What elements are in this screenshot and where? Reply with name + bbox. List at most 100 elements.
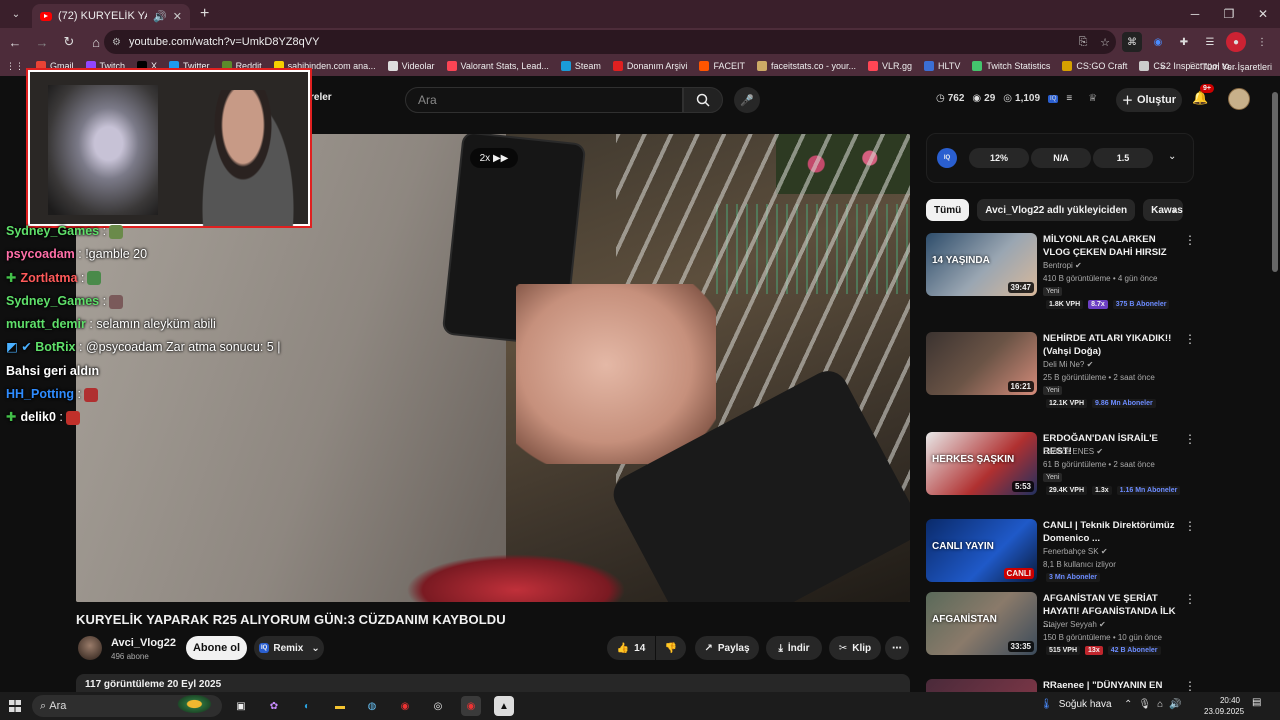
microphone-tray-icon[interactable]: 🎙 [1138, 699, 1151, 710]
apps-icon[interactable]: ⋮⋮ [6, 61, 24, 72]
recommendation-channel[interactable]: Fenerbahçe SK ✔ [1043, 547, 1108, 556]
chrome-icon[interactable]: ◉ [395, 696, 415, 716]
weather-widget[interactable]: 🌡 Soğuk hava [1040, 699, 1112, 710]
bookmark-item[interactable]: CS:GO Craft [1062, 61, 1127, 71]
tab-close-icon[interactable]: ✕ [173, 10, 182, 23]
bookmarks-overflow-icon[interactable]: » [1160, 61, 1165, 71]
recommendation-item[interactable]: HERKES ŞAŞKIN 5:53 ERDOĞAN'DAN İSRAİL'E RE… [926, 432, 1266, 502]
bookmark-item[interactable]: VLR.gg [868, 61, 912, 71]
windows-start-icon[interactable] [9, 700, 21, 712]
edge-icon[interactable]: ◐ [297, 696, 317, 716]
more-vert-icon[interactable]: ⋮ [1184, 519, 1196, 533]
bookmark-item[interactable]: Videolar [387, 61, 435, 71]
tab-search-button[interactable]: ⌄ [4, 3, 28, 25]
notifications-tray-icon[interactable]: ▤ [1252, 697, 1261, 708]
chip-uploader[interactable]: Avci_Vlog22 adlı yükleyiciden [977, 199, 1136, 221]
subscribe-button[interactable]: Abone ol [186, 636, 247, 660]
bookmark-item[interactable]: Twitch Statistics [972, 61, 1050, 71]
bookmark-item[interactable]: Valorant Stats, Lead... [446, 61, 549, 71]
recommendation-thumbnail[interactable]: HERKES ŞAŞKIN 5:53 [926, 432, 1037, 495]
channel-name[interactable]: Avci_Vlog22 [111, 637, 176, 649]
search-button[interactable] [683, 87, 723, 113]
filters-label[interactable]: reler [310, 92, 332, 103]
back-button[interactable]: ← [3, 30, 27, 54]
recommendation-thumbnail[interactable]: AFGANİSTAN 33:35 [926, 592, 1037, 655]
recommendation-item[interactable]: 16:21 NEHİRDE ATLARI YIKADIK!! (Vahşi Doğ… [926, 332, 1266, 408]
bookmark-star-icon[interactable]: ☆ [1094, 36, 1116, 49]
chips-next-icon[interactable]: › [1172, 203, 1176, 217]
reading-list-icon[interactable]: ☰ [1200, 32, 1220, 52]
create-button[interactable]: ＋ Oluştur [1116, 88, 1182, 112]
iq-logo-icon[interactable]: IQ [937, 148, 957, 168]
tab-youtube[interactable]: (72) KURYELİK YAPARAK R25 🔊 ✕ [32, 4, 190, 28]
recommendation-thumbnail[interactable]: 14 YAŞINDA 39:47 [926, 233, 1037, 296]
more-vert-icon[interactable]: ⋮ [1184, 592, 1196, 606]
task-view-icon[interactable]: ▣ [231, 696, 251, 716]
extension-2-icon[interactable]: ◉ [1148, 32, 1168, 52]
volume-icon[interactable]: 🔊 [1169, 699, 1181, 710]
page-scrollbar[interactable] [1272, 88, 1278, 688]
recommendation-thumbnail[interactable]: 16:21 [926, 332, 1037, 395]
channel-avatar[interactable] [78, 636, 102, 660]
recommendation-title[interactable]: CANLI | Teknik Direktörümüz Domenico ... [1043, 519, 1183, 545]
obs-icon[interactable]: ◎ [428, 696, 448, 716]
site-info-icon[interactable]: ⚙ [112, 37, 121, 48]
recommendation-title[interactable]: MİLYONLAR ÇALARKEN VLOG ÇEKEN DAHİ HIRSI… [1043, 233, 1183, 259]
filter-list-icon[interactable]: ≡ [1066, 93, 1072, 104]
bookmark-item[interactable]: Steam [560, 61, 601, 71]
network-icon[interactable]: ⌂ [1157, 699, 1163, 710]
clip-button[interactable]: ✂ Klip [829, 636, 881, 660]
address-bar[interactable]: ⚙ youtube.com/watch?v=UmkD8YZ8qVY ⎘ ☆ [104, 30, 1116, 54]
recommendation-item[interactable]: AFGANİSTAN 33:35 AFGANİSTAN VE ŞERİAT HAYA… [926, 592, 1266, 662]
search-input[interactable]: Ara [405, 87, 683, 113]
minimize-button[interactable]: ─ [1178, 0, 1212, 28]
more-vert-icon[interactable]: ⋮ [1184, 679, 1196, 693]
forward-button[interactable]: → [30, 30, 54, 54]
speaker-icon[interactable]: 🔊 [153, 10, 167, 23]
recommendation-title[interactable]: NEHİRDE ATLARI YIKADIK!! (Vahşi Doğa) [1043, 332, 1183, 358]
iq-ext-icon[interactable]: IQ [1048, 94, 1059, 103]
recommendation-channel[interactable]: Stajyer Seyyah ✔ [1043, 620, 1106, 629]
profile-avatar-icon[interactable]: ● [1226, 32, 1246, 52]
bookmark-item[interactable]: Donanım Arşivi [612, 61, 687, 71]
all-bookmarks-button[interactable]: 🗀 Tüm Yer İşaretleri [1190, 59, 1272, 75]
steam-icon[interactable]: ◍ [362, 696, 382, 716]
browser-menu-icon[interactable]: ⋮ [1252, 32, 1272, 52]
share-button[interactable]: ↗ Paylaş [695, 636, 759, 660]
recommendation-thumbnail[interactable]: CANLI YAYIN CANLI [926, 519, 1037, 582]
clock[interactable]: 20:40 23.09.2025 [1204, 695, 1244, 717]
recommendation-item[interactable]: CANLI YAYIN CANLI CANLI | Teknik Direktörü… [926, 519, 1266, 589]
app-icon[interactable]: ▲ [494, 696, 514, 716]
account-avatar[interactable] [1228, 88, 1250, 110]
tray-chevron-icon[interactable]: ⌃ [1124, 699, 1132, 710]
remix-button[interactable]: IQ Remix ⌄ [254, 636, 324, 660]
scrollbar-thumb[interactable] [1272, 92, 1278, 272]
more-vert-icon[interactable]: ⋮ [1184, 332, 1196, 346]
like-button[interactable]: 👍 14 [607, 636, 655, 660]
voice-search-button[interactable]: 🎤 [734, 87, 760, 113]
more-vert-icon[interactable]: ⋮ [1184, 432, 1196, 446]
copilot-icon[interactable]: ✿ [264, 696, 284, 716]
recommendation-title[interactable]: RRaenee | "DÜNYANIN EN [1043, 679, 1183, 692]
recommendation-channel[interactable]: Deli Mi Ne? ✔ [1043, 360, 1093, 369]
install-icon[interactable]: ⎘ [1072, 36, 1094, 49]
chip-all[interactable]: Tümü [926, 199, 970, 221]
recommendation-channel[interactable]: Bentropi ✔ [1043, 261, 1082, 270]
chrome-active-icon[interactable]: ◉ [461, 696, 481, 716]
extension-1-icon[interactable]: ⌘ [1122, 32, 1142, 52]
recommendation-item[interactable]: 14 YAŞINDA 39:47 MİLYONLAR ÇALARKEN VLOG Ç… [926, 233, 1266, 309]
file-explorer-icon[interactable]: ▬ [330, 696, 350, 716]
recommendation-channel[interactable]: Sadece ENES ✔ [1043, 447, 1103, 456]
bookmark-item[interactable]: HLTV [924, 61, 960, 71]
more-vert-icon[interactable]: ⋮ [1184, 233, 1196, 247]
extensions-puzzle-icon[interactable]: ✚ [1174, 32, 1194, 52]
download-button[interactable]: ⤓ İndir [766, 636, 822, 660]
bookmark-item[interactable]: FACEIT [699, 61, 745, 71]
taskbar-search[interactable]: ⌕ Ara [32, 689, 222, 719]
trophy-icon[interactable]: ♕ [1088, 93, 1097, 104]
dislike-button[interactable]: 👎 [656, 636, 686, 660]
new-tab-button[interactable]: + [200, 5, 209, 23]
chip-kawasaki[interactable]: Kawasa [1143, 199, 1184, 221]
iq-expand-icon[interactable]: ⌄ [1168, 151, 1176, 162]
reload-button[interactable]: ↻ [57, 30, 81, 54]
